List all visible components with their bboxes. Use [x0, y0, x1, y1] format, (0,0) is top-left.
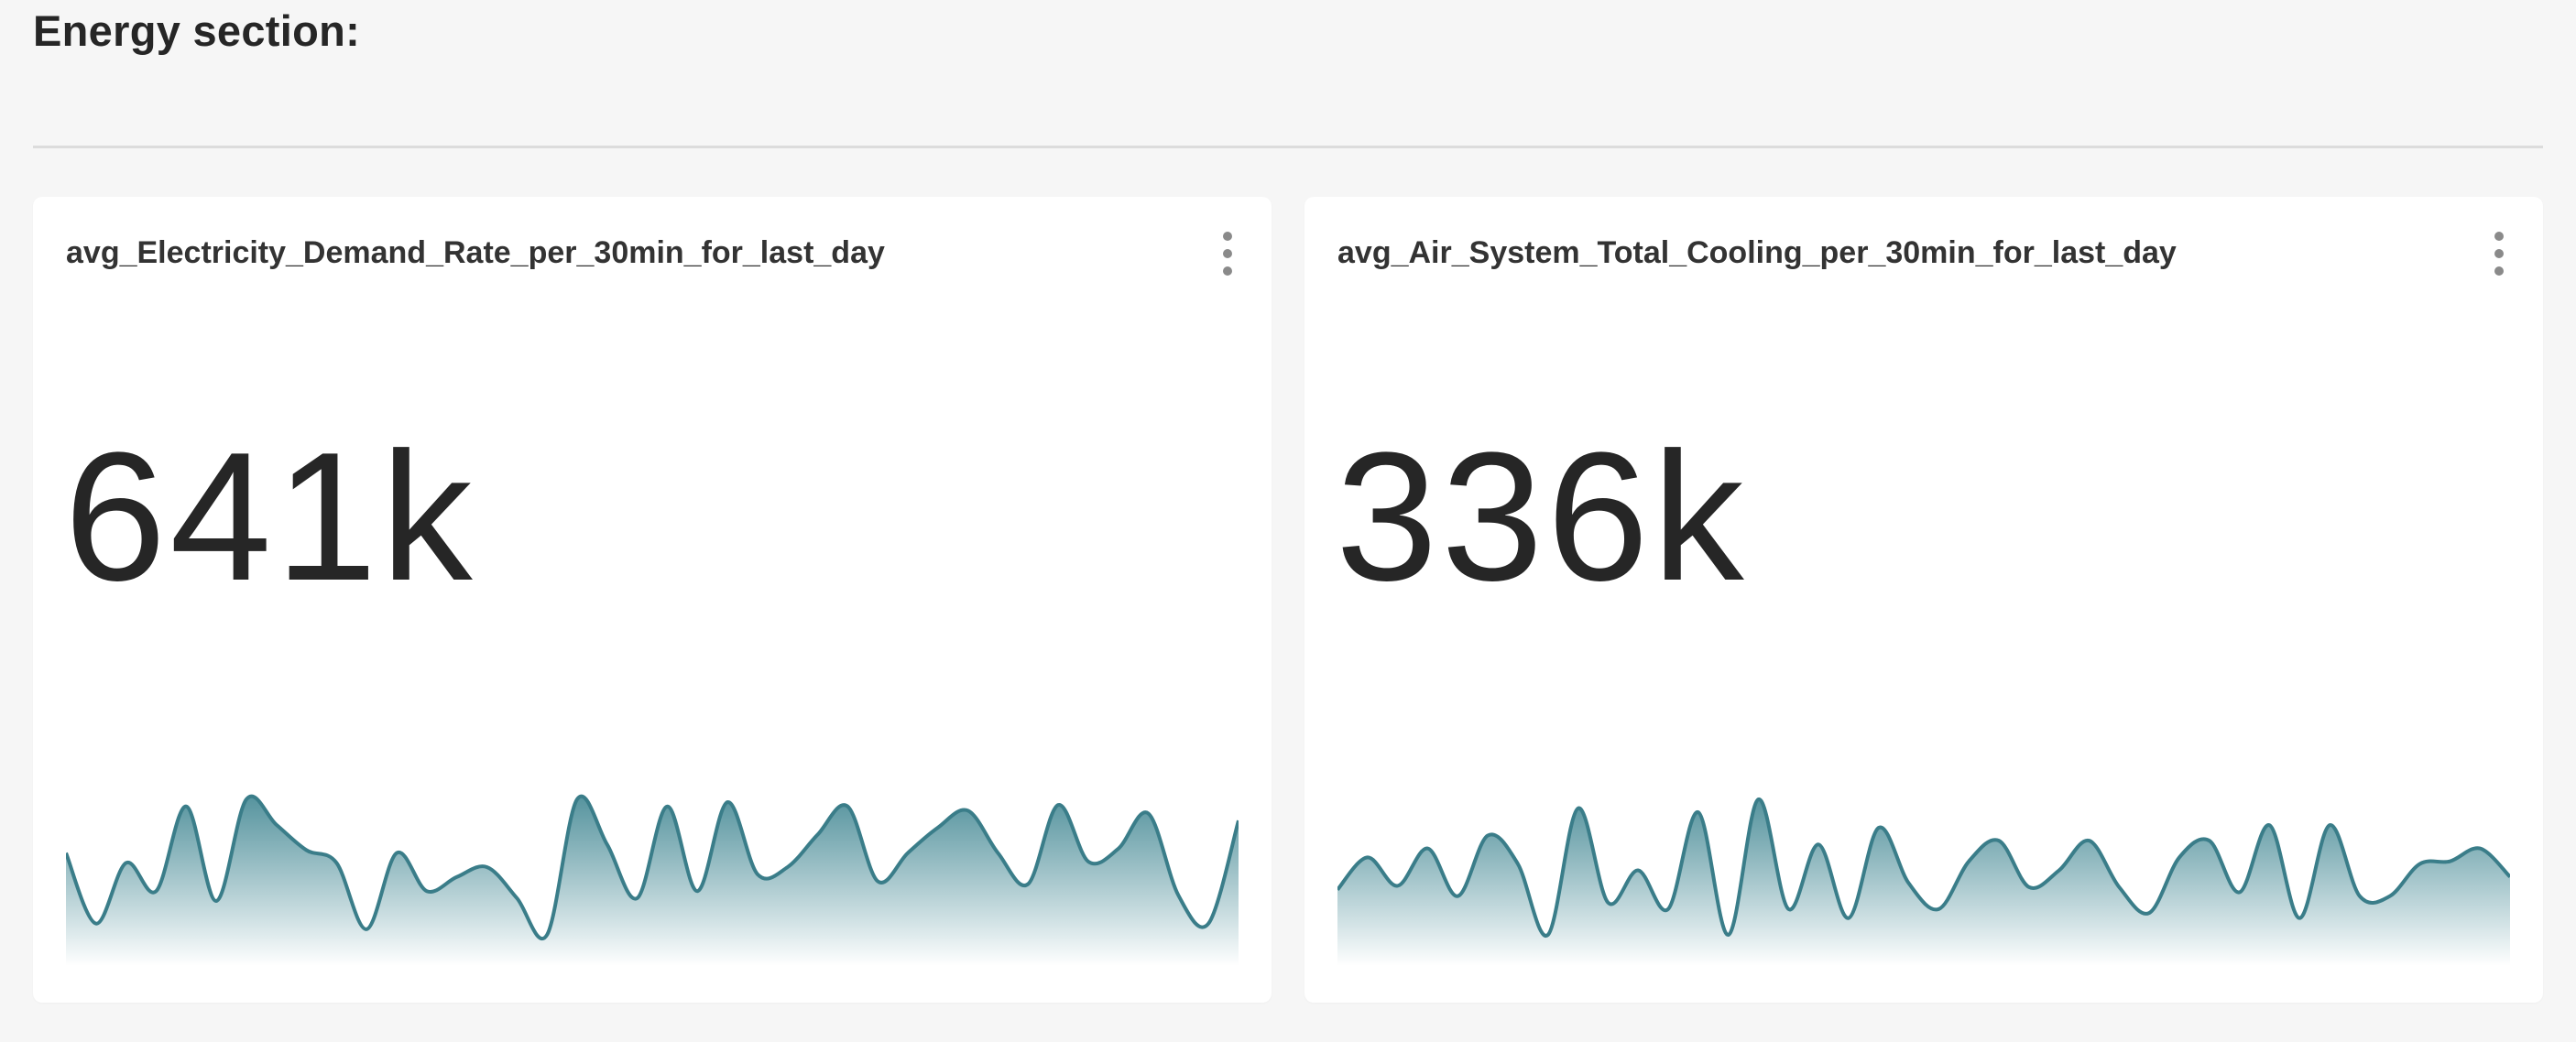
more-vertical-icon[interactable] — [1217, 232, 1239, 276]
metric-card-air-cooling: avg_Air_System_Total_Cooling_per_30min_f… — [1304, 197, 2543, 1003]
sparkline-area — [66, 796, 1239, 966]
menu-dot — [1223, 266, 1232, 276]
card-title: avg_Electricity_Demand_Rate_per_30min_fo… — [66, 235, 885, 270]
metric-value: 336k — [1336, 415, 1748, 619]
menu-dot — [2494, 232, 2504, 241]
metric-card-electricity-demand: avg_Electricity_Demand_Rate_per_30min_fo… — [33, 197, 1272, 1003]
more-vertical-icon[interactable] — [2488, 232, 2510, 276]
sparkline-area — [1337, 798, 2510, 966]
dashboard-page: Energy section: avg_Electricity_Demand_R… — [0, 0, 2576, 1042]
section-title: Energy section: — [33, 6, 361, 55]
menu-dot — [1223, 249, 1232, 258]
card-title: avg_Air_System_Total_Cooling_per_30min_f… — [1337, 235, 2177, 270]
sparkline-chart — [66, 794, 1239, 966]
menu-dot — [1223, 232, 1232, 241]
metric-value: 641k — [64, 415, 476, 619]
menu-dot — [2494, 249, 2504, 258]
section-divider — [33, 146, 2543, 148]
sparkline-chart — [1337, 797, 2510, 966]
menu-dot — [2494, 266, 2504, 276]
